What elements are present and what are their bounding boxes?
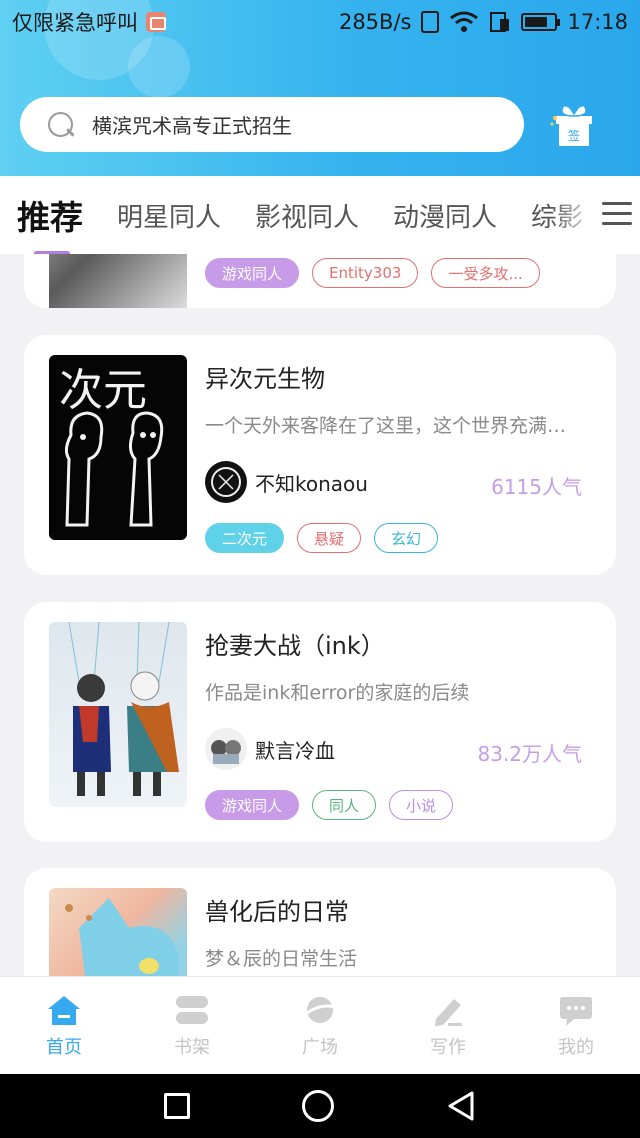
category-tabs: 推荐 明星同人 影视同人 动漫同人 综影 [0, 176, 640, 254]
tag[interactable]: 小说 [389, 790, 454, 820]
author-avatar [205, 728, 247, 770]
status-bar: 仅限紧急呼叫 285B/s 17:18 [0, 0, 640, 44]
nav-label: 写作 [430, 1036, 466, 1058]
tag-list: 游戏同人 Entity303 一受多攻... [205, 258, 540, 288]
message-notification-icon [146, 12, 166, 32]
author-name: 默言冷血 [255, 738, 335, 763]
cover-drawing [68, 622, 179, 796]
author-row[interactable]: 默言冷血 [205, 728, 335, 770]
tab-celebrity-fanfic[interactable]: 明星同人 [117, 197, 221, 234]
network-speed: 285B/s [338, 10, 412, 34]
nav-label: 首页 [46, 1036, 82, 1058]
search-bar[interactable]: 横滨咒术高专正式招生 [20, 97, 524, 152]
app-screen: 仅限紧急呼叫 285B/s 17:18 横滨咒术高专正式招生 签 推荐 明星同人… [0, 0, 640, 1138]
popularity-count: 6115人气 [491, 475, 582, 499]
popularity-count: 83.2万人气 [477, 742, 582, 766]
checkin-gift-icon[interactable]: 签 [550, 104, 598, 148]
book-cover-image [49, 622, 187, 807]
nav-label: 书架 [174, 1036, 210, 1058]
cover-drawing [65, 898, 179, 976]
book-description: 作品是ink和error的家庭的后续 [205, 682, 470, 704]
nav-plaza[interactable]: 广场 [256, 977, 384, 1074]
tag-list: 二次元 悬疑 玄幻 [205, 523, 439, 553]
bookshelf-icon [176, 995, 208, 1024]
status-time: 17:18 [567, 10, 628, 34]
tab-recommend[interactable]: 推荐 [17, 191, 83, 254]
nav-label: 我的 [558, 1036, 594, 1058]
nav-home[interactable]: 首页 [0, 977, 128, 1074]
home-button-icon[interactable] [302, 1090, 334, 1122]
tag[interactable]: 二次元 [205, 523, 285, 553]
book-cover-image [49, 254, 187, 308]
author-row[interactable]: 不知konaou [205, 461, 368, 503]
tab-film-fanfic[interactable]: 影视同人 [255, 197, 359, 234]
nav-bookshelf[interactable]: 书架 [128, 977, 256, 1074]
book-title: 异次元生物 [205, 365, 325, 393]
pen-icon [435, 998, 462, 1026]
bottom-navigation: 首页 书架 广场 写作 我的 [0, 976, 640, 1074]
cover-drawing: 次元 [59, 365, 164, 527]
svg-text:次元: 次元 [59, 365, 147, 416]
wifi-icon [450, 11, 479, 32]
tag-list: 游戏同人 同人 小说 [205, 790, 454, 820]
tag[interactable]: 游戏同人 [205, 790, 300, 820]
status-carrier-text: 仅限紧急呼叫 [12, 11, 138, 35]
planet-icon [303, 996, 337, 1023]
book-title: 兽化后的日常 [205, 898, 349, 926]
tag[interactable]: 游戏同人 [205, 258, 300, 288]
chat-bubble-icon [560, 996, 592, 1026]
battery-icon [521, 13, 561, 31]
author-name: 不知konaou [255, 471, 368, 496]
book-feed: 游戏同人 Entity303 一受多攻... 次元 异次元生物 一个天外来客降在… [0, 254, 640, 976]
tab-anime-fanfic[interactable]: 动漫同人 [393, 197, 497, 234]
search-suggestion-text: 横滨咒术高专正式招生 [92, 114, 292, 138]
book-cover-image [49, 888, 187, 976]
sim-signal-icon [490, 12, 510, 32]
book-card[interactable]: 次元 异次元生物 一个天外来客降在了这里，这个世界充满了未知 不知konaou … [24, 335, 616, 575]
vibrate-icon [421, 11, 440, 33]
book-card[interactable]: 抢妻大战（ink） 作品是ink和error的家庭的后续 默言冷血 83.2万人… [24, 602, 616, 842]
book-description: 一个天外来客降在了这里，这个世界充满了未知 [205, 415, 585, 437]
book-title: 抢妻大战（ink） [205, 632, 385, 660]
svg-text:签: 签 [568, 128, 580, 143]
tag[interactable]: 悬疑 [297, 523, 362, 553]
book-card[interactable]: 游戏同人 Entity303 一受多攻... [24, 254, 616, 308]
tabs-menu-icon[interactable] [602, 202, 632, 228]
book-description: 梦＆辰的日常生活 [205, 948, 358, 970]
tag[interactable]: 玄幻 [374, 523, 439, 553]
system-navigation-bar [0, 1074, 640, 1138]
book-cover-image: 次元 [49, 355, 187, 540]
tag[interactable]: 一受多攻... [431, 258, 540, 288]
search-icon [46, 110, 76, 140]
tag[interactable]: 同人 [312, 790, 377, 820]
book-card[interactable]: 兽化后的日常 梦＆辰的日常生活 [24, 868, 616, 976]
nav-write[interactable]: 写作 [384, 977, 512, 1074]
home-icon [48, 995, 80, 1025]
tag[interactable]: Entity303 [312, 258, 419, 288]
nav-profile[interactable]: 我的 [512, 977, 640, 1074]
recent-apps-icon[interactable] [164, 1093, 190, 1119]
back-icon[interactable] [446, 1090, 476, 1122]
nav-label: 广场 [302, 1036, 338, 1058]
author-avatar [205, 461, 247, 503]
